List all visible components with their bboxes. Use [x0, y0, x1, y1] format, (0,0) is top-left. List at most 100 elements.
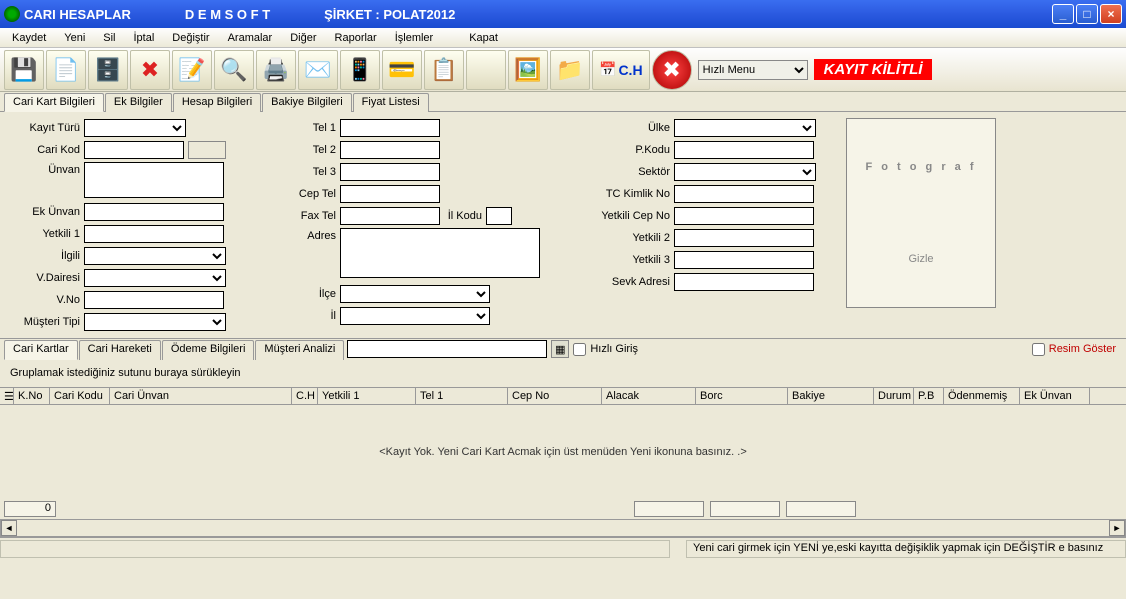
inp-il[interactable] — [340, 307, 490, 325]
delete-icon[interactable]: ✖ — [130, 50, 170, 90]
resim-goster-label: Resim Göster — [1049, 343, 1116, 355]
grid-col-ek-nvan[interactable]: Ek Ünvan — [1020, 388, 1090, 404]
menu-diger[interactable]: Diğer — [282, 30, 324, 46]
tab-cari-kart[interactable]: Cari Kart Bilgileri — [4, 93, 104, 112]
lbl-yetkili2: Yetkili 2 — [590, 232, 670, 244]
hscrollbar[interactable]: ◄ ► — [0, 519, 1126, 537]
minimize-button[interactable]: _ — [1052, 4, 1074, 24]
inp-tckimlik[interactable] — [674, 185, 814, 203]
tab-fiyat[interactable]: Fiyat Listesi — [353, 93, 429, 112]
quick-menu-select[interactable]: Hızlı Menu — [698, 60, 808, 80]
inp-pkodu[interactable] — [674, 141, 814, 159]
menu-islemler[interactable]: İşlemler — [387, 30, 442, 46]
inp-vno[interactable] — [84, 291, 224, 309]
sms-icon[interactable]: 📱 — [340, 50, 380, 90]
grid-col-c-h[interactable]: C.H — [292, 388, 318, 404]
grid-col-cari-kodu[interactable]: Cari Kodu — [50, 388, 110, 404]
grid-col-cep-no[interactable]: Cep No — [508, 388, 602, 404]
ch-button[interactable]: 📅C.H — [592, 50, 650, 90]
inp-musteri-tipi[interactable] — [84, 313, 226, 331]
inp-ulke[interactable] — [674, 119, 816, 137]
inp-ek-unvan[interactable] — [84, 203, 224, 221]
grid-col-alacak[interactable]: Alacak — [602, 388, 696, 404]
note-icon[interactable]: 📋 — [424, 50, 464, 90]
inp-yetkili1[interactable] — [84, 225, 224, 243]
grid-col-p-b[interactable]: P.B — [914, 388, 944, 404]
tab-hesap[interactable]: Hesap Bilgileri — [173, 93, 261, 112]
lower-tabs-row: Cari Kartlar Cari Hareketi Ödeme Bilgile… — [0, 338, 1126, 359]
edit-icon[interactable]: 📝 — [172, 50, 212, 90]
search-icon[interactable]: 🔍 — [214, 50, 254, 90]
locked-banner: KAYIT KİLİTLİ — [814, 59, 933, 80]
grid-col-yetkili-1[interactable]: Yetkili 1 — [318, 388, 416, 404]
inp-tel2[interactable] — [340, 141, 440, 159]
inp-vdairesi[interactable] — [84, 269, 226, 287]
new-icon[interactable]: 📄 — [46, 50, 86, 90]
lbl-ulke: Ülke — [590, 122, 670, 134]
menubar: Kaydet Yeni Sil İptal Değiştir Aramalar … — [0, 28, 1126, 48]
tab-bakiye[interactable]: Bakiye Bilgileri — [262, 93, 352, 112]
scroll-left-icon[interactable]: ◄ — [1, 520, 17, 536]
inp-sektor[interactable] — [674, 163, 816, 181]
inp-cari-kod[interactable] — [84, 141, 184, 159]
inp-tel3[interactable] — [340, 163, 440, 181]
print-icon[interactable]: 🖨️ — [256, 50, 296, 90]
picture-icon[interactable]: 🖼️ — [508, 50, 548, 90]
grid-col-borc[interactable]: Borc — [696, 388, 788, 404]
close-button[interactable]: × — [1100, 4, 1122, 24]
grid-col-bakiye[interactable]: Bakiye — [788, 388, 874, 404]
grid-col-k-no[interactable]: K.No — [14, 388, 50, 404]
folder-icon[interactable]: 📁 — [550, 50, 590, 90]
inp-ceptel[interactable] — [340, 185, 440, 203]
inp-yetkilicep[interactable] — [674, 207, 814, 225]
resim-goster-check[interactable] — [1032, 343, 1045, 356]
btn-cari-kod[interactable] — [188, 141, 226, 159]
inp-kayit-turu[interactable] — [84, 119, 186, 137]
tab-odeme[interactable]: Ödeme Bilgileri — [162, 340, 255, 360]
close-icon[interactable]: ✖ — [652, 50, 692, 90]
lbl-tel1: Tel 1 — [286, 122, 336, 134]
tab-cari-hareketi[interactable]: Cari Hareketi — [79, 340, 161, 360]
menu-yeni[interactable]: Yeni — [56, 30, 93, 46]
card-icon[interactable]: 💳 — [382, 50, 422, 90]
hizli-giris-check[interactable] — [573, 343, 586, 356]
inp-ilgili[interactable] — [84, 247, 226, 265]
inp-unvan[interactable] — [84, 162, 224, 198]
tab-musteri-analizi[interactable]: Müşteri Analizi — [255, 340, 344, 360]
inp-sevkadres[interactable] — [674, 273, 814, 291]
blank-1-icon[interactable] — [466, 50, 506, 90]
inp-ilce[interactable] — [340, 285, 490, 303]
menu-kapat[interactable]: Kapat — [461, 30, 506, 46]
menu-raporlar[interactable]: Raporlar — [327, 30, 385, 46]
menu-aramalar[interactable]: Aramalar — [220, 30, 281, 46]
table-icon[interactable]: ▦ — [551, 340, 569, 358]
sub-search-input[interactable] — [347, 340, 547, 358]
grid-selector-col[interactable]: ☰ — [0, 388, 14, 404]
db-icon[interactable]: 🗄️ — [88, 50, 128, 90]
maximize-button[interactable]: □ — [1076, 4, 1098, 24]
menu-degistir[interactable]: Değiştir — [164, 30, 217, 46]
menu-kaydet[interactable]: Kaydet — [4, 30, 54, 46]
tab-ek-bilgiler[interactable]: Ek Bilgiler — [105, 93, 172, 112]
grid-col--denmemi-[interactable]: Ödenmemiş — [944, 388, 1020, 404]
inp-yetkili3[interactable] — [674, 251, 814, 269]
lbl-sektor: Sektör — [590, 166, 670, 178]
grid-col-durum[interactable]: Durum — [874, 388, 914, 404]
inp-adres[interactable] — [340, 228, 540, 278]
grid-col-tel-1[interactable]: Tel 1 — [416, 388, 508, 404]
inp-tel1[interactable] — [340, 119, 440, 137]
gizle-button[interactable]: Gizle — [908, 253, 933, 265]
inp-faxtel[interactable] — [340, 207, 440, 225]
inp-ilkodu[interactable] — [486, 207, 512, 225]
inp-yetkili2[interactable] — [674, 229, 814, 247]
tab-cari-kartlar[interactable]: Cari Kartlar — [4, 340, 78, 360]
lbl-adres: Adres — [286, 228, 336, 242]
menu-sil[interactable]: Sil — [95, 30, 123, 46]
grid-col-cari-nvan[interactable]: Cari Ünvan — [110, 388, 292, 404]
mail-icon[interactable]: ✉️ — [298, 50, 338, 90]
form-col3: Ülke P.Kodu Sektör TC Kimlik No Yetkili … — [590, 118, 816, 332]
save-icon[interactable]: 💾 — [4, 50, 44, 90]
scroll-right-icon[interactable]: ► — [1109, 520, 1125, 536]
menu-iptal[interactable]: İptal — [126, 30, 163, 46]
footer-kno: 0 — [4, 501, 56, 517]
